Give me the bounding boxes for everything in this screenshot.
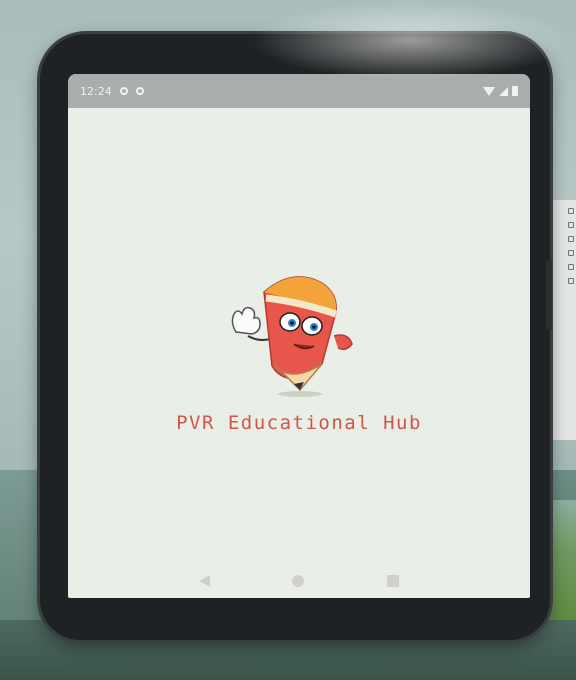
phone-screen: 12:24 PVR Educational Hub (68, 74, 530, 598)
pencil-mascot-icon (231, 276, 353, 397)
phone-side-button (546, 260, 552, 330)
home-icon[interactable] (292, 575, 305, 587)
status-time: 12:24 (80, 84, 112, 98)
settings-dot-icon (119, 87, 128, 95)
signal-icon (499, 86, 508, 96)
battery-icon (512, 86, 518, 96)
wifi-icon (483, 86, 495, 96)
status-left: 12:24 (80, 85, 144, 98)
splash-screen: PVR Educational Hub (68, 108, 530, 598)
back-icon[interactable] (199, 575, 211, 587)
navigation-bar (68, 562, 530, 600)
app-name-label: PVR Educational Hub (176, 412, 422, 434)
status-bar: 12:24 (68, 74, 530, 108)
recents-icon[interactable] (386, 575, 399, 587)
status-right (483, 86, 518, 96)
notification-dot-icon (135, 87, 144, 95)
